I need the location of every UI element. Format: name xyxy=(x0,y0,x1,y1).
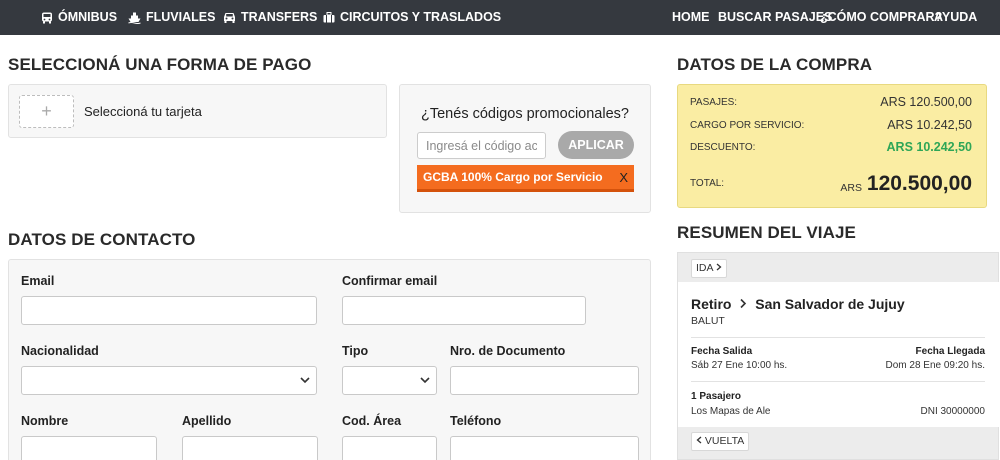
doc-type-select[interactable] xyxy=(342,366,437,395)
vuelta-tab[interactable]: VUELTA xyxy=(691,432,750,451)
total-label: TOTAL: xyxy=(690,178,725,189)
chevron-down-icon xyxy=(300,377,310,384)
nav-omnibus-label: ÓMNIBUS xyxy=(58,10,118,24)
service-fee-value: ARS 10.242,50 xyxy=(887,118,972,132)
departure-value: Sáb 27 Ene 10:00 hs. xyxy=(691,360,788,371)
discount-value: ARS 10.242,50 xyxy=(886,140,972,154)
nav-home-label: HOME xyxy=(672,10,710,24)
ida-tab[interactable]: IDA xyxy=(691,259,727,278)
contact-title: DATOS DE CONTACTO xyxy=(8,230,196,249)
nationality-select[interactable] xyxy=(21,366,317,395)
bus-company: BALUT xyxy=(691,315,725,327)
doc-number-field[interactable] xyxy=(450,366,639,395)
nav-home[interactable]: HOME xyxy=(672,0,710,35)
nav-circuitos-label: CIRCUITOS Y TRASLADOS xyxy=(340,10,502,24)
nav-buscar-pasajes[interactable]: BUSCAR PASAJES xyxy=(718,0,832,35)
ida-label: IDA xyxy=(696,262,713,274)
applied-promo-tag: GCBA 100% Cargo por Servicio X xyxy=(417,165,634,192)
nav-circuitos[interactable]: CIRCUITOS Y TRASLADOS xyxy=(323,0,501,35)
discount-label: DESCUENTO: xyxy=(690,142,756,153)
confirm-email-label: Confirmar email xyxy=(342,274,438,288)
trip-details: Retiro San Salvador de Jujuy BALUT Fecha… xyxy=(678,282,999,427)
ship-icon xyxy=(128,12,141,24)
doc-type-label: Tipo xyxy=(342,344,369,358)
tickets-label: PASAJES: xyxy=(690,97,738,108)
service-fee-label: CARGO POR SERVICIO: xyxy=(690,120,805,131)
last-name-field[interactable] xyxy=(182,436,318,460)
bus-icon xyxy=(42,12,52,23)
nav-fluviales[interactable]: FLUVIALES xyxy=(128,0,215,35)
phone-field[interactable] xyxy=(450,436,639,460)
passengers-count: 1 Pasajero xyxy=(691,391,742,402)
route-title: Retiro San Salvador de Jujuy xyxy=(691,296,905,312)
arrival-label: Fecha Llegada xyxy=(915,346,985,357)
remove-promo-button[interactable]: X xyxy=(619,165,628,190)
total-currency: ARS xyxy=(840,182,862,194)
trip-summary: IDA Retiro San Salvador de Jujuy BALUT F… xyxy=(677,252,999,460)
nav-como-label: ¿CÓMO COMPRAR? xyxy=(820,10,943,24)
first-name-label: Nombre xyxy=(21,414,69,428)
nav-buscar-label: BUSCAR PASAJES xyxy=(718,10,833,24)
contact-form-panel: Email Confirmar email Nacionalidad Tipo … xyxy=(8,259,651,460)
first-name-field[interactable] xyxy=(21,436,157,460)
chevron-down-icon xyxy=(420,377,430,384)
plus-icon: + xyxy=(41,101,52,121)
nav-transfers[interactable]: TRANSFERS xyxy=(223,0,317,35)
nav-como-comprar[interactable]: ¿CÓMO COMPRAR? xyxy=(820,0,942,35)
chevron-left-icon xyxy=(696,436,702,444)
payment-panel: + Seleccioná tu tarjeta xyxy=(8,84,387,138)
route-destination: San Salvador de Jujuy xyxy=(755,296,905,312)
email-label: Email xyxy=(21,274,55,288)
last-name-label: Apellido xyxy=(182,414,232,428)
vuelta-label: VUELTA xyxy=(704,435,745,447)
arrival-value: Dom 28 Ene 09:20 hs. xyxy=(885,360,985,371)
email-field[interactable] xyxy=(21,296,317,325)
divider xyxy=(691,337,985,338)
nav-transfers-label: TRANSFERS xyxy=(241,10,318,24)
area-code-field[interactable] xyxy=(342,436,437,460)
doc-number-label: Nro. de Documento xyxy=(450,344,566,358)
top-navigation: ÓMNIBUS FLUVIALES TRANSFERS CIRCUITOS Y … xyxy=(0,0,1000,35)
promo-code-input[interactable] xyxy=(417,132,546,159)
chevron-right-icon xyxy=(740,298,747,309)
nav-fluviales-label: FLUVIALES xyxy=(146,10,216,24)
car-icon xyxy=(224,13,235,23)
confirm-email-field[interactable] xyxy=(342,296,586,325)
add-card-button[interactable]: + xyxy=(19,95,74,128)
passenger-name: Los Mapas de Ale xyxy=(691,406,771,417)
tickets-value: ARS 120.500,00 xyxy=(880,95,972,109)
nav-ayuda-label: AYUDA xyxy=(934,10,978,24)
chevron-right-icon xyxy=(716,263,722,271)
suitcase-icon xyxy=(323,12,335,23)
apply-promo-button[interactable]: APLICAR xyxy=(558,131,634,159)
purchase-summary: PASAJES: ARS 120.500,00 CARGO POR SERVIC… xyxy=(677,84,987,208)
route-origin: Retiro xyxy=(691,296,732,312)
payment-title: SELECCIONÁ UNA FORMA DE PAGO xyxy=(8,55,312,74)
applied-promo-label: GCBA 100% Cargo por Servicio xyxy=(423,170,603,184)
phone-label: Teléfono xyxy=(450,414,502,428)
purchase-title: DATOS DE LA COMPRA xyxy=(677,55,873,74)
divider xyxy=(691,381,985,382)
passenger-document: DNI 30000000 xyxy=(920,406,986,417)
select-card-label[interactable]: Seleccioná tu tarjeta xyxy=(84,104,202,119)
promo-title: ¿Tenés códigos promocionales? xyxy=(421,106,629,122)
total-amount: 120.500,00 xyxy=(866,172,972,195)
trip-title: RESUMEN DEL VIAJE xyxy=(677,223,856,242)
nav-ayuda[interactable]: AYUDA xyxy=(934,0,977,35)
promo-panel: ¿Tenés códigos promocionales? APLICAR GC… xyxy=(399,84,651,213)
nationality-label: Nacionalidad xyxy=(21,344,99,358)
departure-label: Fecha Salida xyxy=(691,346,753,357)
nav-omnibus[interactable]: ÓMNIBUS xyxy=(41,0,117,35)
area-code-label: Cod. Área xyxy=(342,414,402,428)
